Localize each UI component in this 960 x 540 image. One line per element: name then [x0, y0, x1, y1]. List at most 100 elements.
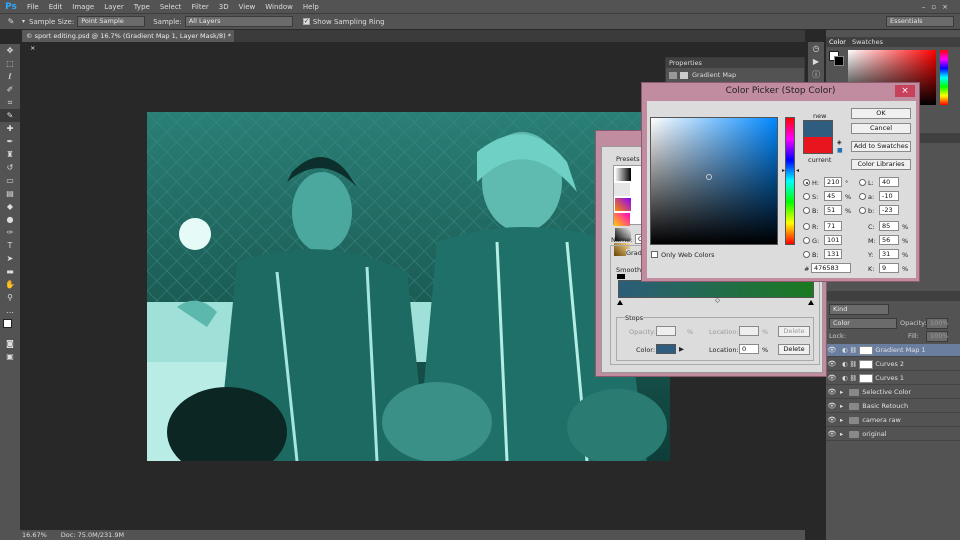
radio-a[interactable] — [859, 193, 866, 200]
layer-name[interactable]: Curves 1 — [875, 374, 904, 382]
stop-opacity-input[interactable] — [656, 326, 676, 336]
layer-mask-thumbnail[interactable] — [859, 359, 874, 369]
path-select-tool-icon[interactable]: ➤ — [0, 252, 20, 265]
color-location-input[interactable]: 0 — [739, 344, 759, 354]
current-color-preview[interactable] — [803, 137, 833, 154]
more-tools-icon[interactable]: … — [0, 304, 20, 317]
ok-button[interactable]: OK — [851, 108, 911, 119]
layer-name[interactable]: Curves 2 — [875, 360, 904, 368]
history-brush-tool-icon[interactable]: ↺ — [0, 161, 20, 174]
menu-edit[interactable]: Edit — [44, 3, 68, 11]
quick-select-tool-icon[interactable]: ✐ — [0, 83, 20, 96]
zoom-level[interactable]: 16.67% — [22, 531, 47, 539]
opacity-stop-left[interactable] — [617, 274, 625, 279]
crop-tool-icon[interactable]: ⌗ — [0, 96, 20, 109]
gradient-tool-icon[interactable]: ▤ — [0, 187, 20, 200]
dodge-tool-icon[interactable]: ● — [0, 213, 20, 226]
menu-file[interactable]: File — [22, 3, 44, 11]
close-tab-icon[interactable]: × — [30, 44, 35, 52]
history-icon[interactable]: ◷ — [808, 42, 824, 55]
radio-l[interactable] — [859, 179, 866, 186]
mask-icon[interactable] — [680, 71, 688, 79]
radio-r[interactable] — [803, 223, 810, 230]
chevron-down-icon[interactable]: ▾ — [22, 18, 25, 25]
only-web-colors-checkbox[interactable] — [651, 251, 658, 258]
menu-filter[interactable]: Filter — [186, 3, 213, 11]
l-input[interactable]: 40 — [879, 177, 899, 187]
layer-name[interactable]: Gradient Map 1 — [875, 346, 925, 354]
mask-link-icon[interactable]: ⛓ — [850, 375, 858, 382]
visibility-eye-icon[interactable]: 👁 — [826, 360, 838, 368]
healing-brush-tool-icon[interactable]: ✚ — [0, 122, 20, 135]
shape-tool-icon[interactable]: ▬ — [0, 265, 20, 278]
visibility-eye-icon[interactable]: 👁 — [826, 416, 838, 424]
layer-row[interactable]: 👁 ◐ ⛓ Curves 2 — [826, 358, 960, 371]
layer-row[interactable]: 👁 ▸ camera raw — [826, 414, 960, 427]
lasso-tool-icon[interactable]: ℓ — [0, 70, 20, 83]
document-tab[interactable]: © sport editing.psd @ 16.7% (Gradient Ma… — [22, 30, 234, 52]
hue-slider-arrow-icon[interactable]: ▸ — [782, 167, 785, 174]
close-dialog-button[interactable]: × — [895, 85, 915, 97]
properties-tab[interactable]: Properties — [666, 58, 804, 68]
zoom-tool-icon[interactable]: ⚲ — [0, 291, 20, 304]
a-input[interactable]: -10 — [879, 191, 899, 201]
color-stop-right[interactable] — [808, 300, 814, 305]
layer-name[interactable]: original — [862, 430, 886, 438]
expand-group-icon[interactable]: ▸ — [840, 430, 843, 438]
actions-icon[interactable]: ▶ — [808, 55, 824, 68]
preset-swatch[interactable] — [615, 198, 631, 211]
window-controls-icon[interactable]: –▫× — [922, 3, 960, 11]
lab-b-input[interactable]: -23 — [879, 205, 899, 215]
color-libraries-button[interactable]: Color Libraries — [851, 159, 911, 170]
quick-mask-icon[interactable]: ◙ — [0, 337, 20, 350]
layer-row[interactable]: 👁 ◐ ⛓ Curves 1 — [826, 372, 960, 385]
h-input[interactable]: 210 — [824, 177, 842, 187]
menu-help[interactable]: Help — [298, 3, 324, 11]
midpoint-diamond-icon[interactable]: ◇ — [715, 296, 720, 304]
hand-tool-icon[interactable]: ✋ — [0, 278, 20, 291]
opacity-input[interactable]: 100% — [926, 318, 949, 329]
layer-row[interactable]: 👁 ▸ Basic Retouch — [826, 400, 960, 413]
blend-mode-select[interactable]: Color — [829, 318, 897, 329]
doc-size[interactable]: Doc: 75.0M/231.9M — [61, 531, 124, 539]
adjustment-layer-icon[interactable]: ◐ — [842, 374, 848, 382]
mask-link-icon[interactable]: ⛓ — [850, 347, 858, 354]
info-icon[interactable]: ⓘ — [808, 68, 824, 81]
g-input[interactable]: 101 — [824, 235, 842, 245]
pen-tool-icon[interactable]: ✑ — [0, 226, 20, 239]
s-input[interactable]: 45 — [824, 191, 842, 201]
k-input[interactable]: 9 — [879, 263, 899, 273]
m-input[interactable]: 56 — [879, 235, 899, 245]
radio-s[interactable] — [803, 193, 810, 200]
visibility-eye-icon[interactable]: 👁 — [826, 388, 838, 396]
eraser-tool-icon[interactable]: ▭ — [0, 174, 20, 187]
adjustment-layer-icon[interactable]: ◐ — [842, 360, 848, 368]
visibility-eye-icon[interactable]: 👁 — [826, 430, 838, 438]
radio-b[interactable] — [803, 207, 810, 214]
foreground-color-swatch[interactable] — [3, 319, 12, 328]
stop-color-swatch[interactable] — [656, 344, 676, 354]
web-safe-icon[interactable]: ■ — [837, 147, 843, 154]
radio-lab-b[interactable] — [859, 207, 866, 214]
layer-mask-thumbnail[interactable] — [859, 345, 874, 355]
mask-link-icon[interactable]: ⛓ — [850, 361, 858, 368]
hue-slider-arrow-icon[interactable]: ◂ — [796, 167, 799, 174]
expand-group-icon[interactable]: ▸ — [840, 388, 843, 396]
type-tool-icon[interactable]: T — [0, 239, 20, 252]
layer-name[interactable]: Basic Retouch — [862, 402, 908, 410]
layer-name[interactable]: Selective Color — [862, 388, 911, 396]
fill-input[interactable]: 100% — [926, 331, 949, 342]
layer-name[interactable]: camera raw — [862, 416, 901, 424]
layer-mask-thumbnail[interactable] — [859, 373, 874, 383]
menu-layer[interactable]: Layer — [99, 3, 129, 11]
eyedropper-tool-icon[interactable]: ✎ — [0, 109, 20, 122]
screen-mode-icon[interactable]: ▣ — [0, 350, 20, 363]
menu-view[interactable]: View — [234, 3, 261, 11]
opacity-location-input[interactable] — [739, 326, 759, 336]
color-field[interactable] — [650, 117, 778, 245]
layer-row[interactable]: 👁 ▸ original — [826, 428, 960, 441]
adjustment-layer-icon[interactable]: ◐ — [842, 346, 848, 354]
menu-3d[interactable]: 3D — [214, 3, 234, 11]
blur-tool-icon[interactable]: ◆ — [0, 200, 20, 213]
marquee-tool-icon[interactable]: ⬚ — [0, 57, 20, 70]
